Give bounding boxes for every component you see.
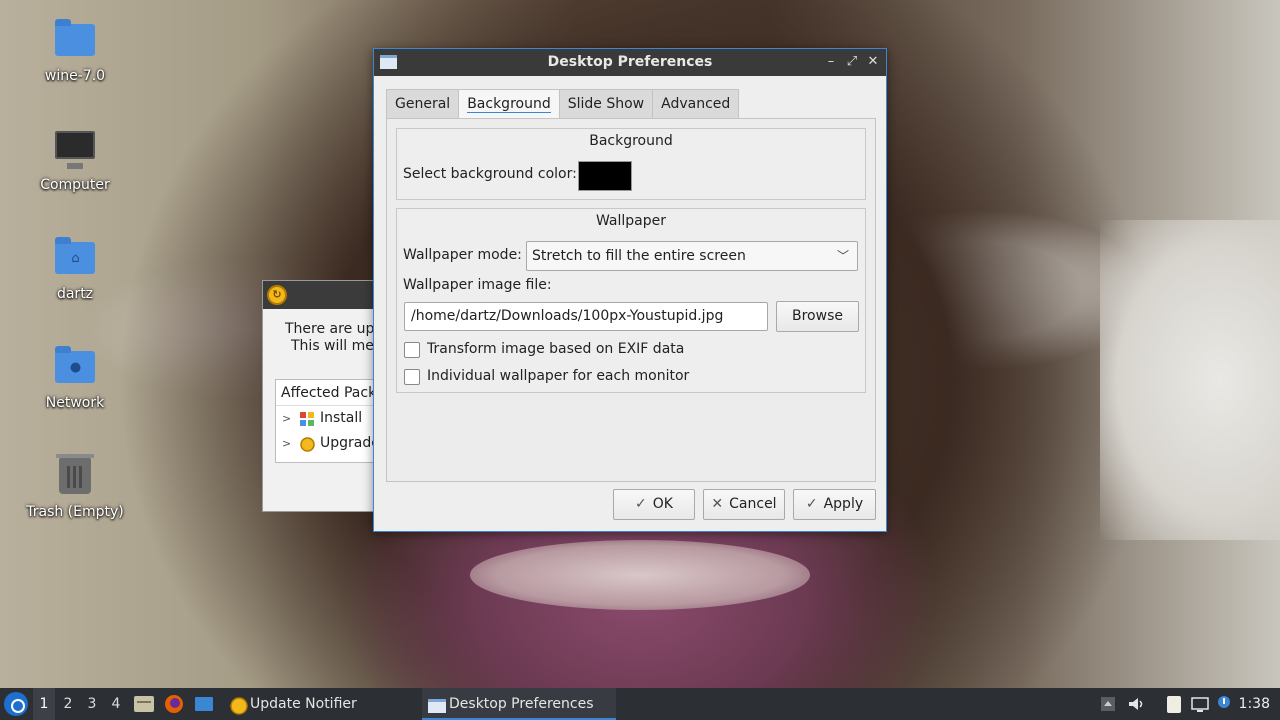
task-update-notifier[interactable]: Update Notifier bbox=[224, 688, 419, 720]
per-monitor-label[interactable]: Individual wallpaper for each monitor bbox=[427, 368, 689, 384]
desktop-icon-label: Trash (Empty) bbox=[26, 504, 124, 520]
cancel-button[interactable]: ✕ Cancel bbox=[703, 489, 785, 520]
exif-checkbox[interactable] bbox=[404, 342, 420, 358]
maximize-icon[interactable]: ⤢ bbox=[843, 53, 861, 71]
desktop-preferences-dialog[interactable]: Desktop Preferences – ⤢ ✕ General Backgr… bbox=[373, 48, 887, 532]
workspace-1[interactable]: 1 bbox=[33, 688, 55, 720]
ok-button[interactable]: ✓ OK bbox=[613, 489, 695, 520]
apply-button[interactable]: ✓ Apply bbox=[793, 489, 876, 520]
workspace-3[interactable]: 3 bbox=[81, 688, 103, 720]
network-folder-icon: ● bbox=[53, 345, 97, 389]
tab-label: Background bbox=[467, 96, 551, 113]
task-label: Update Notifier bbox=[250, 696, 357, 712]
firefox-icon[interactable] bbox=[163, 693, 185, 715]
workspace-4[interactable]: 4 bbox=[105, 688, 127, 720]
desktop-icon-home[interactable]: ⌂ dartz bbox=[15, 236, 135, 302]
tab-background[interactable]: Background bbox=[458, 89, 560, 119]
apply-label: Apply bbox=[823, 496, 864, 512]
preferences-tabs: General Background Slide Show Advanced bbox=[386, 89, 740, 119]
desktop-icon-computer[interactable]: Computer bbox=[15, 127, 135, 193]
update-message-line1: There are upg bbox=[285, 321, 384, 337]
wallpaper-mode-value: Stretch to fill the entire screen bbox=[532, 248, 746, 264]
home-folder-icon: ⌂ bbox=[53, 236, 97, 280]
per-monitor-checkbox[interactable] bbox=[404, 369, 420, 385]
update-icon bbox=[230, 695, 248, 715]
ok-label: OK bbox=[652, 496, 673, 512]
network-monitor-icon[interactable] bbox=[1190, 694, 1210, 714]
task-desktop-preferences[interactable]: Desktop Preferences bbox=[422, 688, 616, 720]
desktop-icon-label: dartz bbox=[56, 286, 94, 302]
clock[interactable]: 1:38 bbox=[1239, 688, 1270, 720]
group-title: Wallpaper bbox=[595, 213, 667, 229]
wallpaper-group: Wallpaper Wallpaper mode: Stretch to fil… bbox=[396, 208, 866, 393]
desktop-icon-label: Computer bbox=[40, 177, 110, 193]
clipboard-icon[interactable] bbox=[1164, 694, 1184, 714]
wallpaper-mode-label: Wallpaper mode: bbox=[403, 247, 522, 263]
update-icon: ↻ bbox=[267, 285, 287, 305]
dialog-titlebar[interactable]: Desktop Preferences – ⤢ ✕ bbox=[374, 49, 886, 76]
workspace-2[interactable]: 2 bbox=[57, 688, 79, 720]
tab-general[interactable]: General bbox=[386, 89, 460, 119]
volume-icon[interactable] bbox=[1126, 694, 1146, 714]
cancel-label: Cancel bbox=[729, 496, 777, 512]
close-icon[interactable]: ✕ bbox=[864, 53, 882, 71]
taskbar: 1 2 3 4 Update Notifier Desktop Preferen… bbox=[0, 688, 1280, 720]
wallpaper-file-input[interactable]: /home/dartz/Downloads/100px-Youstupid.jp… bbox=[404, 302, 768, 331]
tab-advanced[interactable]: Advanced bbox=[652, 89, 740, 119]
wallpaper-mode-select[interactable]: Stretch to fill the entire screen ﹀ bbox=[526, 241, 858, 271]
dialog-title: Desktop Preferences bbox=[547, 54, 713, 70]
trash-icon bbox=[53, 454, 97, 498]
wallpaper-file-label: Wallpaper image file: bbox=[403, 277, 552, 293]
checkmark-icon: ✓ bbox=[805, 496, 818, 512]
background-color-label: Select background color: bbox=[403, 166, 577, 182]
background-group: Background Select background color: bbox=[396, 128, 866, 200]
checkmark-icon: ✓ bbox=[635, 496, 647, 512]
tab-slide-show[interactable]: Slide Show bbox=[558, 89, 654, 119]
chevron-down-icon: ﹀ bbox=[836, 249, 849, 263]
notification-icon[interactable] bbox=[1214, 694, 1234, 714]
desktop-icon-label: Network bbox=[45, 395, 105, 411]
desktop-icon-wine[interactable]: wine-7.0 bbox=[15, 18, 135, 84]
tree-row-label: Install bbox=[320, 410, 363, 426]
update-icon bbox=[300, 436, 315, 452]
minimize-icon[interactable]: – bbox=[822, 53, 840, 71]
browse-button[interactable]: Browse bbox=[776, 301, 859, 332]
close-icon: ✕ bbox=[711, 496, 724, 512]
exif-label[interactable]: Transform image based on EXIF data bbox=[427, 341, 684, 357]
wallpaper-detail bbox=[470, 540, 810, 610]
computer-icon bbox=[53, 127, 97, 171]
tree-row-label: Upgrade bbox=[320, 435, 380, 451]
exif-option[interactable]: Transform image based on EXIF data bbox=[404, 341, 704, 359]
file-manager-icon[interactable] bbox=[133, 693, 155, 715]
chevron-right-icon[interactable]: > bbox=[282, 406, 291, 431]
background-color-button[interactable] bbox=[578, 161, 632, 191]
background-tab-panel: Background Select background color: Wall… bbox=[386, 118, 876, 482]
window-icon bbox=[428, 695, 446, 713]
desktop-icon-label: wine-7.0 bbox=[44, 68, 106, 84]
app-menu-icon[interactable] bbox=[4, 692, 28, 716]
task-label: Desktop Preferences bbox=[449, 696, 594, 712]
folder-icon bbox=[53, 18, 97, 62]
package-install-icon bbox=[300, 411, 315, 426]
desktop-icon-network[interactable]: ● Network bbox=[15, 345, 135, 411]
chevron-right-icon[interactable]: > bbox=[282, 431, 291, 456]
wallpaper-detail bbox=[1100, 220, 1280, 540]
update-message-line2: This will mea bbox=[291, 338, 383, 354]
per-monitor-option[interactable]: Individual wallpaper for each monitor bbox=[404, 368, 704, 386]
desktop-icon-trash[interactable]: Trash (Empty) bbox=[15, 454, 135, 520]
tray-arrow-icon[interactable] bbox=[1098, 694, 1118, 714]
show-desktop-icon[interactable] bbox=[193, 693, 215, 715]
group-title: Background bbox=[589, 133, 673, 149]
